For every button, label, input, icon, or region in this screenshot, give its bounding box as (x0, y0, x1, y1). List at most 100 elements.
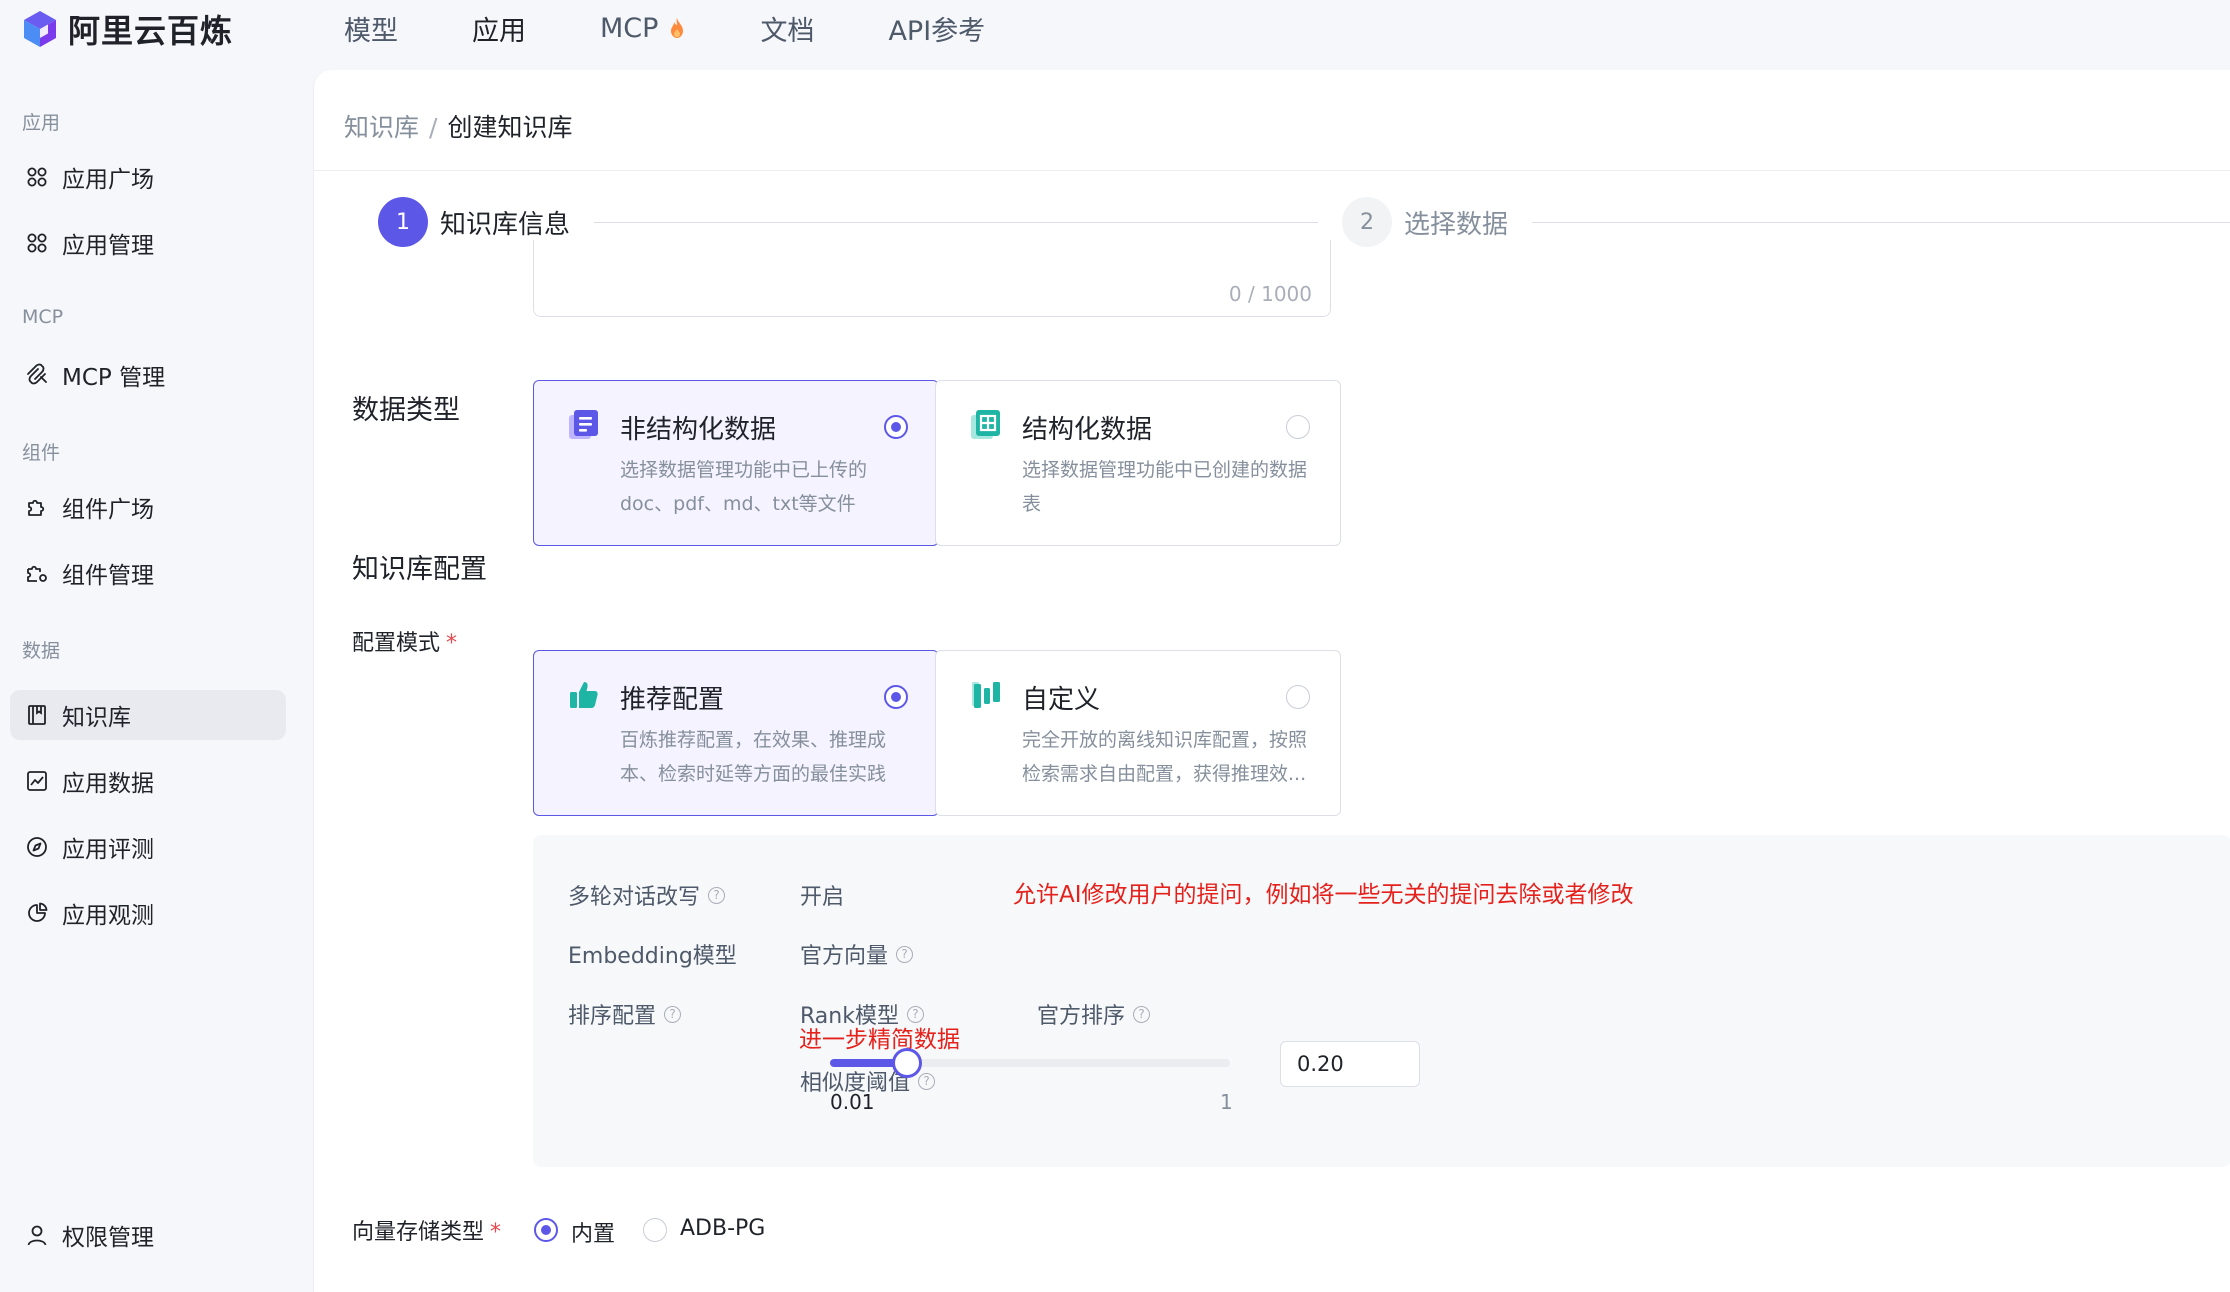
embedding-model-value-text: 官方向量 (800, 944, 889, 969)
sidebar-item-permission[interactable]: 权限管理 (10, 1210, 286, 1260)
multi-turn-rewrite-value: 开启 (800, 885, 845, 910)
data-type-title: 数据类型 (352, 395, 460, 426)
sidebar-item-component-manage[interactable]: 组件管理 (10, 548, 286, 598)
card-description: 完全开放的离线知识库配置，按照检索需求自由配置，获得推理效... (1022, 729, 1308, 785)
nav-api-reference[interactable]: API参考 (888, 9, 985, 48)
char-counter: 0 / 1000 (1228, 282, 1312, 306)
sidebar-item-mcp-manage[interactable]: MCP 管理 (10, 350, 286, 400)
breadcrumb-separator: / (429, 113, 438, 142)
line-chart-icon (24, 768, 50, 794)
sidebar-group-app: 应用 (22, 112, 61, 134)
nav-apps[interactable]: 应用 (472, 9, 526, 48)
table-icon (971, 410, 1000, 439)
nav-models-label: 模型 (344, 15, 398, 47)
card-radio[interactable] (1286, 415, 1310, 439)
rewrite-annotation: 允许AI修改用户的提问，例如将一些无关的提问去除或者修改 (1013, 882, 1634, 908)
sidebar-item-label: 应用观测 (62, 903, 154, 929)
card-title: 非结构化数据 (620, 415, 777, 445)
help-icon[interactable]: ? (918, 1072, 936, 1090)
kb-config-title: 知识库配置 (352, 554, 487, 585)
puzzle-settings-icon (24, 560, 50, 586)
step-connector (1532, 222, 2230, 223)
card-title: 结构化数据 (1022, 415, 1153, 445)
rank-annotation: 进一步精简数据 (799, 1027, 960, 1053)
top-bar: 阿里云百炼 模型 应用 MCP 文档 API参考 (0, 0, 2230, 70)
brand-name: 阿里云百炼 (68, 12, 234, 50)
sidebar-item-label: 应用评测 (62, 837, 154, 863)
rank-model-value-text: 官方排序 (1037, 1004, 1126, 1029)
sidebar-item-label: 组件管理 (62, 563, 154, 589)
brand-logo[interactable]: 阿里云百炼 (22, 6, 233, 52)
thumbs-up-icon (570, 682, 598, 708)
help-icon[interactable]: ? (896, 945, 914, 963)
card-title: 自定义 (1022, 685, 1101, 715)
slider-max-label: 1 (1220, 1090, 1233, 1114)
mcp-icon (24, 362, 50, 388)
card-description: 百炼推荐配置，在效果、推理成本、检索时延等方面的最佳实践 (620, 729, 887, 785)
vector-storage-builtin-radio[interactable] (534, 1218, 558, 1242)
similarity-slider-thumb[interactable] (892, 1048, 922, 1078)
sidebar-group-component: 组件 (22, 442, 61, 464)
compass-icon (24, 834, 50, 860)
slider-min-label: 0.01 (830, 1090, 875, 1114)
header-divider (314, 170, 2230, 171)
sidebar-item-app-manage[interactable]: 应用管理 (10, 218, 286, 268)
sidebar-group-data: 数据 (22, 640, 61, 662)
sidebar-item-label: MCP 管理 (62, 365, 166, 391)
vector-storage-builtin-label[interactable]: 内置 (571, 1216, 615, 1248)
sidebar-item-label: 应用数据 (62, 771, 154, 797)
embedding-model-value: 官方向量? (800, 938, 914, 970)
rank-model-value: 官方排序? (1037, 998, 1151, 1030)
card-title: 推荐配置 (620, 685, 725, 715)
vector-storage-adbpg-radio[interactable] (643, 1218, 667, 1242)
sidebar-item-knowledge-base[interactable]: 知识库 (10, 690, 286, 740)
step-2-label: 选择数据 (1404, 210, 1509, 240)
top-nav: 模型 应用 MCP 文档 API参考 (344, 0, 1059, 56)
nav-docs[interactable]: 文档 (760, 9, 814, 48)
main-panel: 知识库 / 创建知识库 1 知识库信息 2 选择数据 0 / 1000 数据类型 非… (313, 70, 2230, 1292)
nav-docs-label: 文档 (760, 15, 815, 47)
puzzle-icon (24, 494, 50, 520)
data-type-unstructured-card[interactable]: 非结构化数据 选择数据管理功能中已上传的doc、pdf、md、txt等文件 (533, 380, 939, 546)
sort-config-label: 排序配置? (568, 998, 682, 1030)
nav-models[interactable]: 模型 (344, 9, 398, 48)
nav-apps-label: 应用 (472, 15, 526, 47)
help-icon[interactable]: ? (708, 886, 726, 904)
sidebar: 应用 应用广场 应用管理 MCP MCP 管理 组件 组件广场 组件管理 数据 (0, 70, 312, 1292)
pie-chart-icon (24, 900, 50, 926)
breadcrumb-root[interactable]: 知识库 (344, 113, 419, 142)
help-icon[interactable]: ? (1133, 1005, 1151, 1023)
sidebar-item-component-plaza[interactable]: 组件广场 (10, 482, 286, 532)
sort-config-text: 排序配置 (568, 1004, 657, 1029)
config-mode-recommended-card[interactable]: 推荐配置 百炼推荐配置，在效果、推理成本、检索时延等方面的最佳实践 (533, 650, 939, 816)
custom-bars-icon (972, 682, 1000, 708)
help-icon[interactable]: ? (664, 1005, 682, 1023)
multi-turn-rewrite-label: 多轮对话改写? (568, 879, 726, 911)
embedding-model-label: Embedding模型 (568, 944, 737, 969)
sidebar-item-app-eval[interactable]: 应用评测 (10, 822, 286, 872)
fire-icon (671, 18, 684, 38)
apps-grid-icon (24, 230, 50, 256)
config-mode-label-text: 配置模式 (352, 631, 441, 656)
bailian-logo-icon (24, 11, 56, 47)
config-mode-custom-card[interactable]: 自定义 完全开放的离线知识库配置，按照检索需求自由配置，获得推理效... (935, 650, 1341, 816)
nav-mcp[interactable]: MCP (600, 13, 686, 44)
card-radio[interactable] (884, 685, 908, 709)
step-connector (594, 222, 1318, 223)
step-1-label: 知识库信息 (440, 210, 571, 240)
description-textarea[interactable]: 0 / 1000 (533, 240, 1331, 317)
sidebar-item-label: 应用管理 (62, 233, 154, 259)
required-mark: * (490, 1220, 502, 1245)
sidebar-item-app-plaza[interactable]: 应用广场 (10, 152, 286, 202)
vector-storage-label-text: 向量存储类型 (352, 1220, 485, 1245)
data-type-structured-card[interactable]: 结构化数据 选择数据管理功能中已创建的数据表 (935, 380, 1341, 546)
nav-api-reference-label: API参考 (888, 15, 986, 47)
sidebar-item-app-data[interactable]: 应用数据 (10, 756, 286, 806)
similarity-threshold-input[interactable]: 0.20 (1280, 1041, 1420, 1087)
sidebar-item-label: 组件广场 (62, 497, 154, 523)
sidebar-item-app-observe[interactable]: 应用观测 (10, 888, 286, 938)
apps-grid-icon (24, 164, 50, 190)
card-radio[interactable] (884, 415, 908, 439)
vector-storage-adbpg-label[interactable]: ADB-PG (680, 1216, 765, 1241)
card-radio[interactable] (1286, 685, 1310, 709)
